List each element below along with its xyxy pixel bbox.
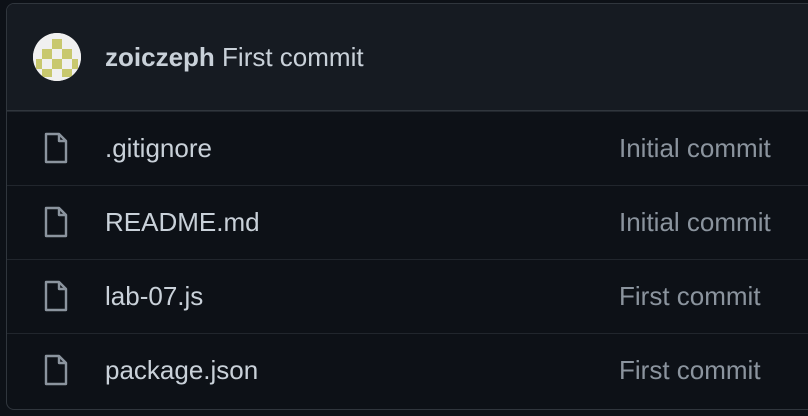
latest-commit-header: zoiczeph First commit [7,4,808,111]
commit-author-link[interactable]: zoiczeph [105,42,215,72]
identicon-icon [33,33,81,81]
file-icon [44,354,68,386]
commit-message-link[interactable]: First commit [222,42,364,72]
file-row[interactable]: package.json First commit [7,333,808,407]
file-name-link[interactable]: .gitignore [105,132,212,164]
avatar[interactable] [33,33,81,81]
file-commit-message-link[interactable]: First commit [619,354,761,386]
file-icon [44,206,68,238]
file-row[interactable]: README.md Initial commit [7,185,808,259]
file-row[interactable]: .gitignore Initial commit [7,111,808,185]
file-list-box: zoiczeph First commit .gitignore Initial… [6,3,808,410]
latest-commit-text: zoiczeph First commit [105,42,364,72]
file-commit-message-link[interactable]: Initial commit [619,132,771,164]
file-icon [44,132,68,164]
file-name-link[interactable]: package.json [105,354,258,386]
file-name-link[interactable]: lab-07.js [105,280,203,312]
file-commit-message-link[interactable]: Initial commit [619,206,771,238]
file-commit-message-link[interactable]: First commit [619,280,761,312]
file-row[interactable]: lab-07.js First commit [7,259,808,333]
file-icon [44,280,68,312]
file-name-link[interactable]: README.md [105,206,260,238]
